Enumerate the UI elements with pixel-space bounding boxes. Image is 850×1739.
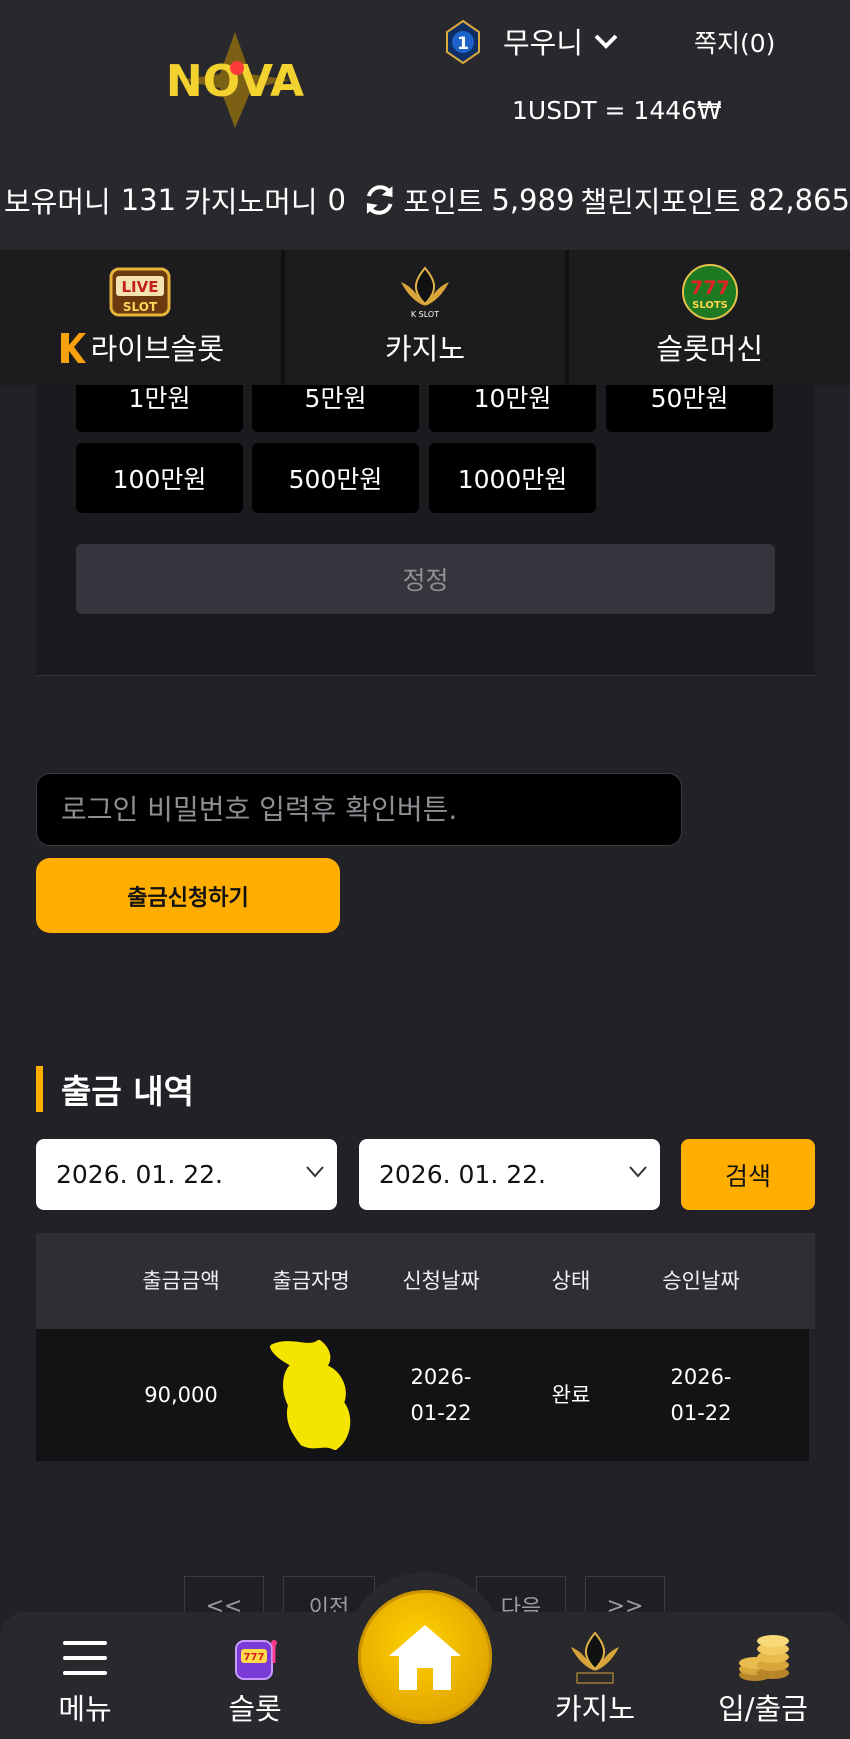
- nav-casino-label: 카지노: [554, 1692, 636, 1726]
- history-title-text: 출금 내역: [61, 1072, 194, 1111]
- header: NOVA 1 무우니 쪽지(0) 1USDT = 1446₩ 보유머니 131 …: [0, 0, 850, 250]
- nova-logo[interactable]: NOVA: [140, 30, 330, 130]
- coins-icon: [739, 1635, 789, 1681]
- cell-status: 완료: [551, 1383, 591, 1407]
- tab-casino-label: 카지노: [384, 332, 466, 366]
- date-to-value: 2026. 01. 22.: [379, 1160, 546, 1189]
- column-header: 승인날짜: [662, 1269, 740, 1293]
- column-header: 상태: [551, 1269, 591, 1293]
- username: 무우니: [503, 26, 584, 60]
- password-input[interactable]: [36, 773, 682, 846]
- svg-text:K SLOT: K SLOT: [411, 310, 439, 319]
- point-label: 포인트: [403, 185, 484, 219]
- chevron-down-icon: [306, 1166, 324, 1178]
- chevron-down-icon: [594, 34, 618, 49]
- tab-live-slot-label: 라이브슬롯: [90, 332, 225, 366]
- cell-request-date: 2026-01-22: [410, 1365, 472, 1425]
- svg-text:SLOT: SLOT: [123, 300, 158, 314]
- table-header: 출금금액 출금자명 신청날짜 상태 승인날짜: [36, 1233, 815, 1329]
- messages-link[interactable]: 쪽지(0): [694, 24, 775, 60]
- home-button[interactable]: [358, 1590, 492, 1724]
- point-value: 5,989: [491, 183, 575, 217]
- history-section-title: 출금 내역: [36, 1066, 194, 1112]
- nav-casino[interactable]: 카지노: [520, 1612, 670, 1739]
- withdraw-request-button[interactable]: 출금신청하기: [36, 858, 340, 933]
- slot-machine-icon: 777: [235, 1640, 277, 1680]
- home-icon: [389, 1625, 461, 1690]
- chevron-down-icon: [629, 1166, 647, 1178]
- page: NOVA 1 무우니 쪽지(0) 1USDT = 1446₩ 보유머니 131 …: [0, 0, 850, 1739]
- tab-live-slot[interactable]: LIVE SLOT 라이브슬롯: [0, 250, 281, 385]
- nav-menu-label: 메뉴: [58, 1692, 112, 1726]
- nav-deposit-withdraw[interactable]: 입/출금: [688, 1612, 838, 1739]
- live-slot-icon: LIVE SLOT: [109, 267, 171, 317]
- cell-amount: 90,000: [144, 1383, 218, 1407]
- amount-button[interactable]: 500만원: [252, 443, 419, 513]
- column-header: 출금금액: [142, 1269, 220, 1293]
- 777-slots-icon: 777 SLOTS: [681, 264, 738, 320]
- holding-label: 보유머니: [4, 185, 111, 219]
- date-from-value: 2026. 01. 22.: [56, 1160, 223, 1189]
- amount-panel: 1만원 5만원 10만원 50만원 100만원 500만원 1000만원 정정: [36, 360, 815, 676]
- nav-slot[interactable]: 777 슬롯: [180, 1612, 330, 1739]
- k-slot-icon: [571, 1631, 619, 1684]
- cell-name: [246, 1329, 376, 1461]
- column-header: 신청날짜: [402, 1269, 480, 1293]
- nav-slot-label: 슬롯: [228, 1692, 282, 1726]
- date-to-select[interactable]: 2026. 01. 22.: [359, 1139, 660, 1210]
- tab-slot-machine[interactable]: 777 SLOTS 슬롯머신: [569, 250, 850, 385]
- svg-text:777: 777: [690, 277, 730, 299]
- svg-text:SLOTS: SLOTS: [692, 300, 728, 311]
- exchange-rate: 1USDT = 1446₩: [512, 96, 722, 125]
- reset-button[interactable]: 정정: [76, 544, 775, 614]
- level-badge: 1: [446, 20, 480, 64]
- user-dropdown[interactable]: 무우니: [503, 20, 619, 62]
- svg-text:1: 1: [457, 34, 469, 54]
- table-row: 90,000 2026-01-22 완료 2026-01-22: [36, 1329, 809, 1461]
- amount-button[interactable]: 1000만원: [429, 443, 596, 513]
- cell-approve-date: 2026-01-22: [670, 1365, 732, 1425]
- column-header: 출금자명: [272, 1269, 350, 1293]
- balance-bar: 보유머니 131 카지노머니 0 포인트 5,989 챌린지포인트 82,865: [0, 178, 850, 222]
- k-brand-icon: [60, 333, 86, 363]
- holding-value: 131: [120, 183, 177, 217]
- redacted-name-scribble: [270, 1340, 351, 1450]
- amount-button[interactable]: 100만원: [76, 443, 243, 513]
- svg-text:777: 777: [244, 1652, 265, 1663]
- nav-menu[interactable]: 메뉴: [10, 1612, 160, 1739]
- date-from-select[interactable]: 2026. 01. 22.: [36, 1139, 337, 1210]
- k-slot-icon: K SLOT: [401, 266, 449, 319]
- refresh-icon[interactable]: [362, 182, 397, 218]
- casino-label: 카지노머니: [184, 185, 318, 219]
- search-button[interactable]: 검색: [681, 1139, 815, 1210]
- casino-value: 0: [327, 183, 346, 217]
- svg-text:LIVE: LIVE: [122, 278, 159, 296]
- challenge-label: 챌린지포인트: [580, 185, 741, 219]
- tab-casino[interactable]: K SLOT 카지노: [284, 250, 566, 385]
- nav-deposit-withdraw-label: 입/출금: [718, 1692, 808, 1726]
- title-accent-bar: [36, 1066, 43, 1112]
- challenge-value: 82,865: [748, 183, 850, 217]
- tab-slot-machine-label: 슬롯머신: [656, 332, 764, 366]
- hamburger-menu-icon: [63, 1641, 107, 1675]
- category-tabs: LIVE SLOT 라이브슬롯 K SLOT 카지노 777 SLOTS 슬롯머…: [0, 250, 850, 385]
